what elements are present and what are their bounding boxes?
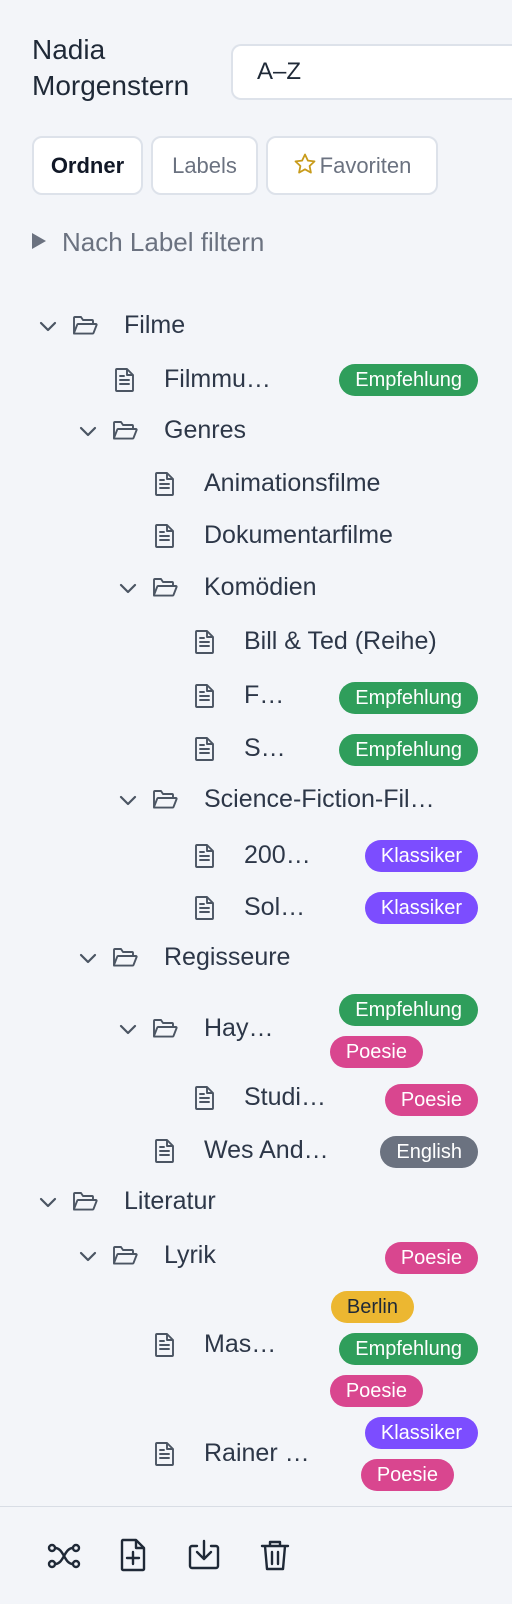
chevron-down-icon[interactable]	[118, 578, 138, 598]
tree-item-label: Dokumentarfilme	[204, 521, 393, 549]
trash-icon[interactable]	[257, 1537, 293, 1573]
chevron-down-icon[interactable]	[118, 1019, 138, 1039]
label-badge[interactable]: Poesie	[329, 1036, 423, 1068]
sort-select[interactable]: A–Z	[231, 44, 512, 100]
tab-ordner-label: Ordner	[50, 153, 125, 178]
tree-item-label: Genres	[164, 416, 246, 444]
label-filter-text: Nach Label filtern	[62, 227, 265, 257]
chevron-down-icon[interactable]	[78, 421, 98, 441]
tree-item-label: Filme	[124, 311, 186, 339]
label-badge[interactable]: Poesie	[384, 1242, 478, 1274]
new-file-icon[interactable]	[115, 1537, 151, 1573]
folder-open-icon	[113, 421, 138, 440]
label-badge[interactable]: Poesie	[384, 1084, 478, 1116]
tree-item-label: Rainer …	[204, 1439, 310, 1467]
document-icon	[155, 472, 174, 496]
document-icon	[155, 1139, 174, 1163]
tab-ordner[interactable]: Ordner	[32, 136, 143, 195]
label-badge[interactable]: Berlin	[330, 1291, 414, 1323]
connect-icon[interactable]	[46, 1537, 82, 1573]
tree-item-label: Literatur	[124, 1187, 216, 1215]
label-badge[interactable]: Poesie	[329, 1375, 423, 1407]
chevron-down-icon[interactable]	[78, 1246, 98, 1266]
label-badge[interactable]: Empfehlung	[339, 1333, 478, 1365]
chevron-down-icon[interactable]	[78, 948, 98, 968]
tree-item-label: Lyrik	[164, 1241, 216, 1269]
document-icon	[155, 1442, 174, 1466]
label-badge[interactable]: Empfehlung	[339, 364, 478, 396]
star-icon	[294, 153, 316, 174]
label-badge[interactable]: Poesie	[360, 1459, 454, 1491]
tree-item-label: Animationsfilme	[204, 469, 381, 497]
label-badge[interactable]: Empfehlung	[339, 994, 478, 1026]
disclosure-triangle-icon	[32, 233, 46, 249]
folder-open-icon	[73, 316, 98, 335]
document-icon	[115, 368, 134, 392]
document-icon	[195, 737, 214, 761]
document-icon	[195, 1086, 214, 1110]
tree-item-label: Studi…	[244, 1083, 326, 1111]
tree-item-label: Science-Fiction-Fil…	[204, 785, 435, 813]
folder-open-icon	[73, 1192, 98, 1211]
folder-open-icon	[153, 790, 178, 809]
label-badge[interactable]: Klassiker	[364, 892, 478, 924]
document-icon	[195, 844, 214, 868]
label-badge[interactable]: English	[380, 1136, 478, 1168]
folder-open-icon	[113, 948, 138, 967]
folder-open-icon	[153, 1019, 178, 1038]
label-filter-toggle[interactable]: Nach Label filtern	[32, 222, 264, 262]
tree-item-label: Regisseure	[164, 943, 291, 971]
tab-favoriten[interactable]: Favoriten	[266, 136, 438, 195]
document-icon	[195, 896, 214, 920]
tree-item-label: S…	[244, 734, 286, 762]
document-icon	[195, 630, 214, 654]
label-badge[interactable]: Klassiker	[364, 1417, 478, 1449]
document-icon	[155, 1333, 174, 1357]
user-name: Nadia Morgenstern	[32, 34, 190, 101]
tree-item-label: F…	[244, 681, 285, 709]
tree-item-label: 200…	[244, 841, 311, 869]
tab-labels-label: Labels	[172, 153, 237, 178]
folder-open-icon	[153, 578, 178, 597]
footer-toolbar	[0, 1506, 512, 1604]
tree-item-label: Sol…	[244, 893, 306, 921]
label-badge[interactable]: Empfehlung	[339, 734, 478, 766]
label-badge[interactable]: Empfehlung	[339, 682, 478, 714]
document-icon	[155, 524, 174, 548]
tab-labels[interactable]: Labels	[151, 136, 258, 195]
tree-item-label: Mas…	[204, 1330, 277, 1358]
tree-item-label: Wes And…	[204, 1136, 329, 1164]
tab-favoriten-label: Favoriten	[319, 153, 412, 178]
tree-item-label: Bill & Ted (Reihe)	[244, 627, 437, 655]
sidebar-header: Nadia Morgenstern A–Z	[32, 30, 512, 110]
download-icon[interactable]	[186, 1537, 222, 1573]
document-icon	[195, 684, 214, 708]
tree-item-label: Hay…	[204, 1014, 274, 1042]
folder-open-icon	[113, 1246, 138, 1265]
label-badge[interactable]: Klassiker	[364, 840, 478, 872]
chevron-down-icon[interactable]	[38, 1192, 58, 1212]
chevron-down-icon[interactable]	[38, 316, 58, 336]
tree-item-label: Filmmu…	[164, 365, 271, 393]
tree-item-label: Komödien	[204, 573, 317, 601]
chevron-down-icon[interactable]	[118, 790, 138, 810]
